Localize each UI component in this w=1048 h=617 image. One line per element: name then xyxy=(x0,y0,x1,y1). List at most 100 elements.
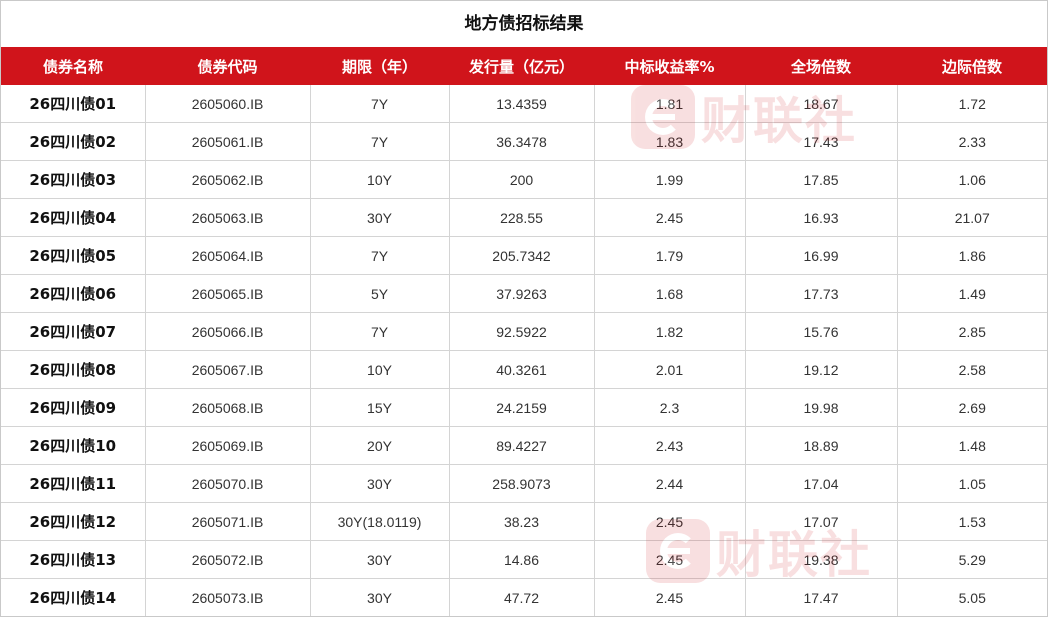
cell-marginal-multiple: 1.49 xyxy=(897,274,1047,313)
cell-total-multiple: 17.47 xyxy=(745,578,898,616)
cell-total-multiple: 17.43 xyxy=(745,122,898,161)
cell-marginal-multiple: 2.85 xyxy=(897,312,1047,351)
cell-issue-amount: 14.86 xyxy=(449,540,595,579)
cell-bond-name: 26四川债06 xyxy=(1,274,146,313)
cell-bond-name: 26四川债13 xyxy=(1,540,146,579)
cell-bond-name: 26四川债10 xyxy=(1,426,146,465)
table-row: 26四川债12 2605071.IB 30Y(18.0119) 38.23 2.45 17… xyxy=(1,502,1047,541)
cell-marginal-multiple: 1.06 xyxy=(897,160,1047,199)
table-row: 26四川债05 2605064.IB 7Y 205.7342 1.79 16.99 1.86 xyxy=(1,236,1047,275)
cell-term: 30Y(18.0119) xyxy=(310,502,450,541)
header-issue-amount: 发行量（亿元） xyxy=(449,47,594,85)
cell-total-multiple: 18.67 xyxy=(745,85,898,123)
header-bond-name: 债券名称 xyxy=(1,47,145,85)
cell-issue-amount: 40.3261 xyxy=(449,350,595,389)
cell-issue-amount: 36.3478 xyxy=(449,122,595,161)
cell-marginal-multiple: 21.07 xyxy=(897,198,1047,237)
cell-term: 10Y xyxy=(310,160,450,199)
cell-bond-name: 26四川债11 xyxy=(1,464,146,503)
header-marginal-multiple: 边际倍数 xyxy=(897,47,1047,85)
cell-winning-yield: 2.45 xyxy=(594,578,746,616)
cell-winning-yield: 2.45 xyxy=(594,540,746,579)
cell-term: 7Y xyxy=(310,122,450,161)
cell-issue-amount: 228.55 xyxy=(449,198,595,237)
cell-bond-code: 2605071.IB xyxy=(145,502,311,541)
page-title: 地方债招标结果 xyxy=(464,14,584,34)
cell-total-multiple: 19.12 xyxy=(745,350,898,389)
cell-bond-code: 2605066.IB xyxy=(145,312,311,351)
cell-term: 10Y xyxy=(310,350,450,389)
cell-bond-name: 26四川债01 xyxy=(1,85,146,123)
table-row: 26四川债06 2605065.IB 5Y 37.9263 1.68 17.73 1.49 xyxy=(1,274,1047,313)
cell-bond-code: 2605063.IB xyxy=(145,198,311,237)
cell-bond-name: 26四川债05 xyxy=(1,236,146,275)
cell-term: 30Y xyxy=(310,578,450,616)
cell-bond-name: 26四川债04 xyxy=(1,198,146,237)
cell-marginal-multiple: 2.58 xyxy=(897,350,1047,389)
cell-term: 7Y xyxy=(310,312,450,351)
cell-bond-name: 26四川债07 xyxy=(1,312,146,351)
cell-term: 5Y xyxy=(310,274,450,313)
cell-bond-code: 2605073.IB xyxy=(145,578,311,616)
cell-total-multiple: 19.38 xyxy=(745,540,898,579)
cell-total-multiple: 19.98 xyxy=(745,388,898,427)
results-panel: 地方债招标结果 债券名称 债券代码 期限（年） 发行量（亿元） 中标收益率% 全… xyxy=(0,0,1048,617)
cell-issue-amount: 38.23 xyxy=(449,502,595,541)
cell-marginal-multiple: 2.69 xyxy=(897,388,1047,427)
cell-winning-yield: 2.3 xyxy=(594,388,746,427)
cell-total-multiple: 17.07 xyxy=(745,502,898,541)
cell-marginal-multiple: 1.05 xyxy=(897,464,1047,503)
cell-term: 7Y xyxy=(310,236,450,275)
cell-bond-code: 2605067.IB xyxy=(145,350,311,389)
cell-winning-yield: 1.81 xyxy=(594,85,746,123)
table-row: 26四川债14 2605073.IB 30Y 47.72 2.45 17.47 5.05 xyxy=(1,578,1047,616)
cell-bond-name: 26四川债09 xyxy=(1,388,146,427)
cell-bond-code: 2605065.IB xyxy=(145,274,311,313)
cell-issue-amount: 205.7342 xyxy=(449,236,595,275)
cell-winning-yield: 1.99 xyxy=(594,160,746,199)
cell-total-multiple: 17.73 xyxy=(745,274,898,313)
cell-bond-name: 26四川债14 xyxy=(1,578,146,616)
cell-marginal-multiple: 1.72 xyxy=(897,85,1047,123)
table-row: 26四川债10 2605069.IB 20Y 89.4227 2.43 18.89 1.48 xyxy=(1,426,1047,465)
cell-winning-yield: 1.79 xyxy=(594,236,746,275)
cell-bond-name: 26四川债02 xyxy=(1,122,146,161)
cell-marginal-multiple: 1.48 xyxy=(897,426,1047,465)
cell-issue-amount: 200 xyxy=(449,160,595,199)
table-row: 26四川债04 2605063.IB 30Y 228.55 2.45 16.93 21.07 xyxy=(1,198,1047,237)
cell-marginal-multiple: 5.05 xyxy=(958,589,986,606)
table-row: 26四川债02 2605061.IB 7Y 36.3478 1.83 17.43 2.33 xyxy=(1,122,1047,161)
cell-total-multiple: 18.89 xyxy=(745,426,898,465)
cell-total-multiple: 17.04 xyxy=(745,464,898,503)
cell-total-multiple: 15.76 xyxy=(745,312,898,351)
cell-term: 20Y xyxy=(310,426,450,465)
cell-winning-yield: 1.83 xyxy=(594,122,746,161)
cell-winning-yield: 2.44 xyxy=(594,464,746,503)
cell-winning-yield: 2.45 xyxy=(594,502,746,541)
cell-total-multiple: 17.85 xyxy=(745,160,898,199)
header-total-multiple: 全场倍数 xyxy=(745,47,897,85)
cell-issue-amount: 13.4359 xyxy=(449,85,595,123)
cell-issue-amount: 258.9073 xyxy=(449,464,595,503)
header-bond-code: 债券代码 xyxy=(145,47,310,85)
cell-issue-amount: 89.4227 xyxy=(449,426,595,465)
header-term: 期限（年） xyxy=(310,47,449,85)
table-row: 26四川债11 2605070.IB 30Y 258.9073 2.44 17.04 1.0… xyxy=(1,464,1047,503)
cell-term: 30Y xyxy=(310,464,450,503)
cell-total-multiple: 16.93 xyxy=(745,198,898,237)
cell-issue-amount: 24.2159 xyxy=(449,388,595,427)
header-winning-yield: 中标收益率% xyxy=(594,47,745,85)
cell-bond-name: 26四川债08 xyxy=(1,350,146,389)
cell-marginal-multiple: 2.33 xyxy=(897,122,1047,161)
cell-issue-amount: 47.72 xyxy=(449,578,595,616)
cell-issue-amount: 37.9263 xyxy=(449,274,595,313)
cell-bond-code: 2605070.IB xyxy=(145,464,311,503)
cell-bond-name: 26四川债12 xyxy=(1,502,146,541)
table-row: 26四川债13 2605072.IB 30Y 14.86 2.45 19.38 5.29 xyxy=(1,540,1047,579)
table-body: 26四川债01 2605060.IB 7Y 13.4359 1.81 18.67 1.72 2… xyxy=(1,85,1047,616)
cell-winning-yield: 2.43 xyxy=(594,426,746,465)
cell-bond-code: 2605061.IB xyxy=(145,122,311,161)
cell-term: 7Y xyxy=(310,85,450,123)
cell-bond-code: 2605062.IB xyxy=(145,160,311,199)
cell-bond-code: 2605060.IB xyxy=(145,85,311,123)
